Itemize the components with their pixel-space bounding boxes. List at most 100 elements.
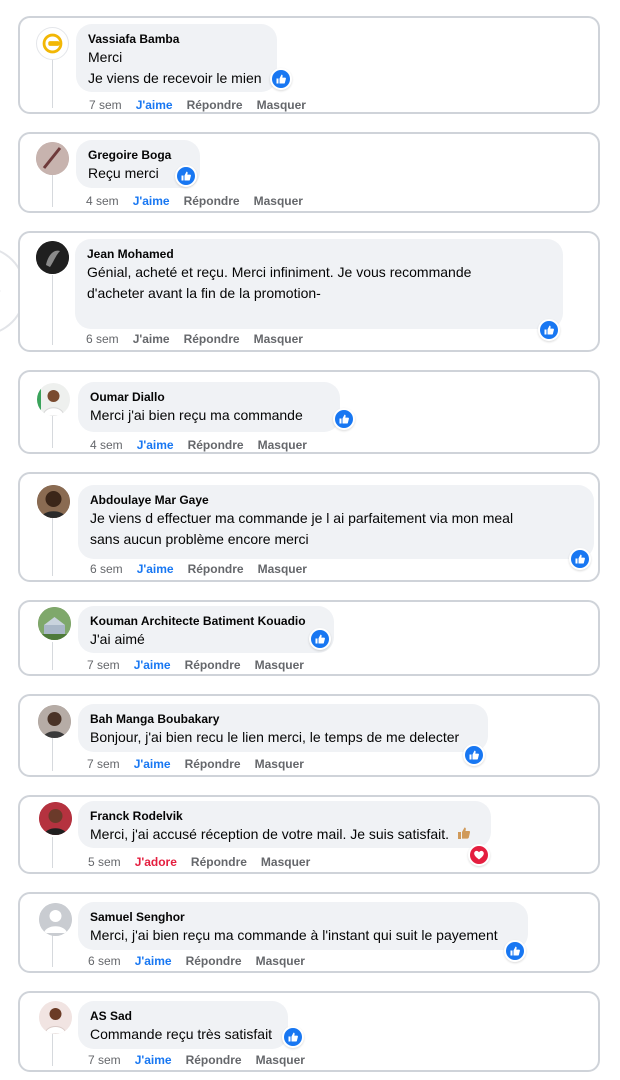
comment-time[interactable]: 6 sem (90, 562, 123, 576)
like-button[interactable]: J'aime (135, 1053, 172, 1067)
comment-text: Commande reçu très satisfait (90, 1026, 273, 1042)
like-button[interactable]: J'aime (133, 194, 170, 208)
reply-button[interactable]: Répondre (187, 98, 243, 112)
like-button[interactable]: J'aime (137, 438, 174, 452)
comment-card: Oumar Diallo Merci j'ai bien reçu ma com… (18, 370, 600, 454)
avatar[interactable] (36, 241, 69, 274)
thread-line (52, 518, 53, 576)
avatar[interactable] (39, 903, 72, 936)
comment-time[interactable]: 6 sem (88, 954, 121, 968)
love-reaction-icon[interactable] (468, 844, 490, 866)
reply-button[interactable]: Répondre (184, 332, 240, 346)
comment-actions: 4 sem J'aime Répondre Masquer (86, 194, 303, 208)
comment-bubble: Jean Mohamed Génial, acheté et reçu. Mer… (75, 239, 563, 329)
comment-bubble: Abdoulaye Mar Gaye Je viens d effectuer … (78, 485, 594, 559)
like-reaction-icon[interactable] (270, 68, 292, 90)
reply-button[interactable]: Répondre (186, 954, 242, 968)
like-button[interactable]: J'aime (134, 658, 171, 672)
comment-actions: 7 sem J'aime Répondre Masquer (87, 658, 304, 672)
comment-time[interactable]: 7 sem (89, 98, 122, 112)
hide-button[interactable]: Masquer (254, 194, 303, 208)
comment-time[interactable]: 5 sem (88, 855, 121, 869)
avatar[interactable] (36, 142, 69, 175)
comment-author[interactable]: Kouman Architecte Batiment Kouadio (90, 613, 322, 629)
hide-button[interactable]: Masquer (257, 98, 306, 112)
avatar[interactable] (37, 485, 70, 518)
comment-author[interactable]: Vassiafa Bamba (88, 31, 265, 47)
thread-line (52, 642, 53, 670)
comment-time[interactable]: 7 sem (87, 658, 120, 672)
avatar[interactable] (36, 27, 69, 60)
comment-author[interactable]: AS Sad (90, 1008, 276, 1024)
avatar[interactable] (39, 802, 72, 835)
comment-author[interactable]: Gregoire Boga (88, 147, 188, 163)
like-reaction-icon[interactable] (569, 548, 591, 570)
comment-card: AS Sad Commande reçu très satisfait 7 se… (18, 991, 600, 1072)
like-button[interactable]: J'aime (135, 954, 172, 968)
thread-line (52, 275, 53, 345)
like-reaction-icon[interactable] (538, 319, 560, 341)
like-reaction-icon[interactable] (309, 628, 331, 650)
reply-button[interactable]: Répondre (186, 1053, 242, 1067)
hide-button[interactable]: Masquer (256, 954, 305, 968)
love-button[interactable]: J'adore (135, 855, 177, 869)
like-button[interactable]: J'aime (133, 332, 170, 346)
comment-time[interactable]: 7 sem (88, 1053, 121, 1067)
reply-button[interactable]: Répondre (185, 757, 241, 771)
thread-line (52, 174, 53, 207)
comment-card: Kouman Architecte Batiment Kouadio J'ai … (18, 600, 600, 676)
comment-actions: 5 sem J'adore Répondre Masquer (88, 855, 310, 869)
comment-actions: 7 sem J'aime Répondre Masquer (89, 98, 306, 112)
hide-button[interactable]: Masquer (256, 1053, 305, 1067)
like-button[interactable]: J'aime (137, 562, 174, 576)
comment-author[interactable]: Samuel Senghor (90, 909, 516, 925)
comment-card: Abdoulaye Mar Gaye Je viens d effectuer … (18, 472, 600, 582)
hide-button[interactable]: Masquer (261, 855, 310, 869)
hide-button[interactable]: Masquer (254, 332, 303, 346)
comment-time[interactable]: 4 sem (86, 194, 119, 208)
comment-text: Je viens d effectuer ma commande je l ai… (90, 510, 514, 526)
reply-button[interactable]: Répondre (184, 194, 240, 208)
comment-time[interactable]: 6 sem (86, 332, 119, 346)
comment-text: Merci j'ai bien reçu ma commande (90, 407, 303, 423)
avatar[interactable] (37, 383, 70, 416)
comment-author[interactable]: Abdoulaye Mar Gaye (90, 492, 582, 508)
comment-text: Génial, acheté et reçu. Merci infiniment… (87, 264, 472, 280)
like-reaction-icon[interactable] (463, 744, 485, 766)
reply-button[interactable]: Répondre (191, 855, 247, 869)
like-reaction-icon[interactable] (333, 408, 355, 430)
thread-line (52, 738, 53, 771)
avatar[interactable] (38, 705, 71, 738)
comment-actions: 6 sem J'aime Répondre Masquer (90, 562, 307, 576)
comment-text: sans aucun problème encore merci (90, 531, 309, 547)
thread-line (52, 414, 53, 448)
reply-button[interactable]: Répondre (188, 438, 244, 452)
thread-line (52, 58, 53, 108)
reply-button[interactable]: Répondre (185, 658, 241, 672)
comment-actions: 4 sem J'aime Répondre Masquer (90, 438, 307, 452)
comment-author[interactable]: Franck Rodelvik (90, 808, 479, 824)
comment-time[interactable]: 4 sem (90, 438, 123, 452)
comment-actions: 6 sem J'aime Répondre Masquer (86, 332, 303, 346)
comment-bubble: Samuel Senghor Merci, j'ai bien reçu ma … (78, 902, 528, 950)
comment-author[interactable]: Oumar Diallo (90, 389, 328, 405)
comment-text: Je viens de recevoir le mien (88, 70, 262, 86)
like-reaction-icon[interactable] (504, 940, 526, 962)
like-reaction-icon[interactable] (282, 1026, 304, 1048)
hide-button[interactable]: Masquer (258, 562, 307, 576)
comment-author[interactable]: Jean Mohamed (87, 246, 551, 262)
thread-line (52, 837, 53, 868)
comment-time[interactable]: 7 sem (87, 757, 120, 771)
avatar[interactable] (38, 607, 71, 640)
like-reaction-icon[interactable] (175, 165, 197, 187)
reply-button[interactable]: Répondre (188, 562, 244, 576)
avatar[interactable] (39, 1001, 72, 1034)
like-button[interactable]: J'aime (134, 757, 171, 771)
hide-button[interactable]: Masquer (255, 658, 304, 672)
comment-actions: 7 sem J'aime Répondre Masquer (87, 757, 304, 771)
like-button[interactable]: J'aime (136, 98, 173, 112)
comment-bubble: AS Sad Commande reçu très satisfait (78, 1001, 288, 1049)
comment-author[interactable]: Bah Manga Boubakary (90, 711, 476, 727)
hide-button[interactable]: Masquer (255, 757, 304, 771)
hide-button[interactable]: Masquer (258, 438, 307, 452)
